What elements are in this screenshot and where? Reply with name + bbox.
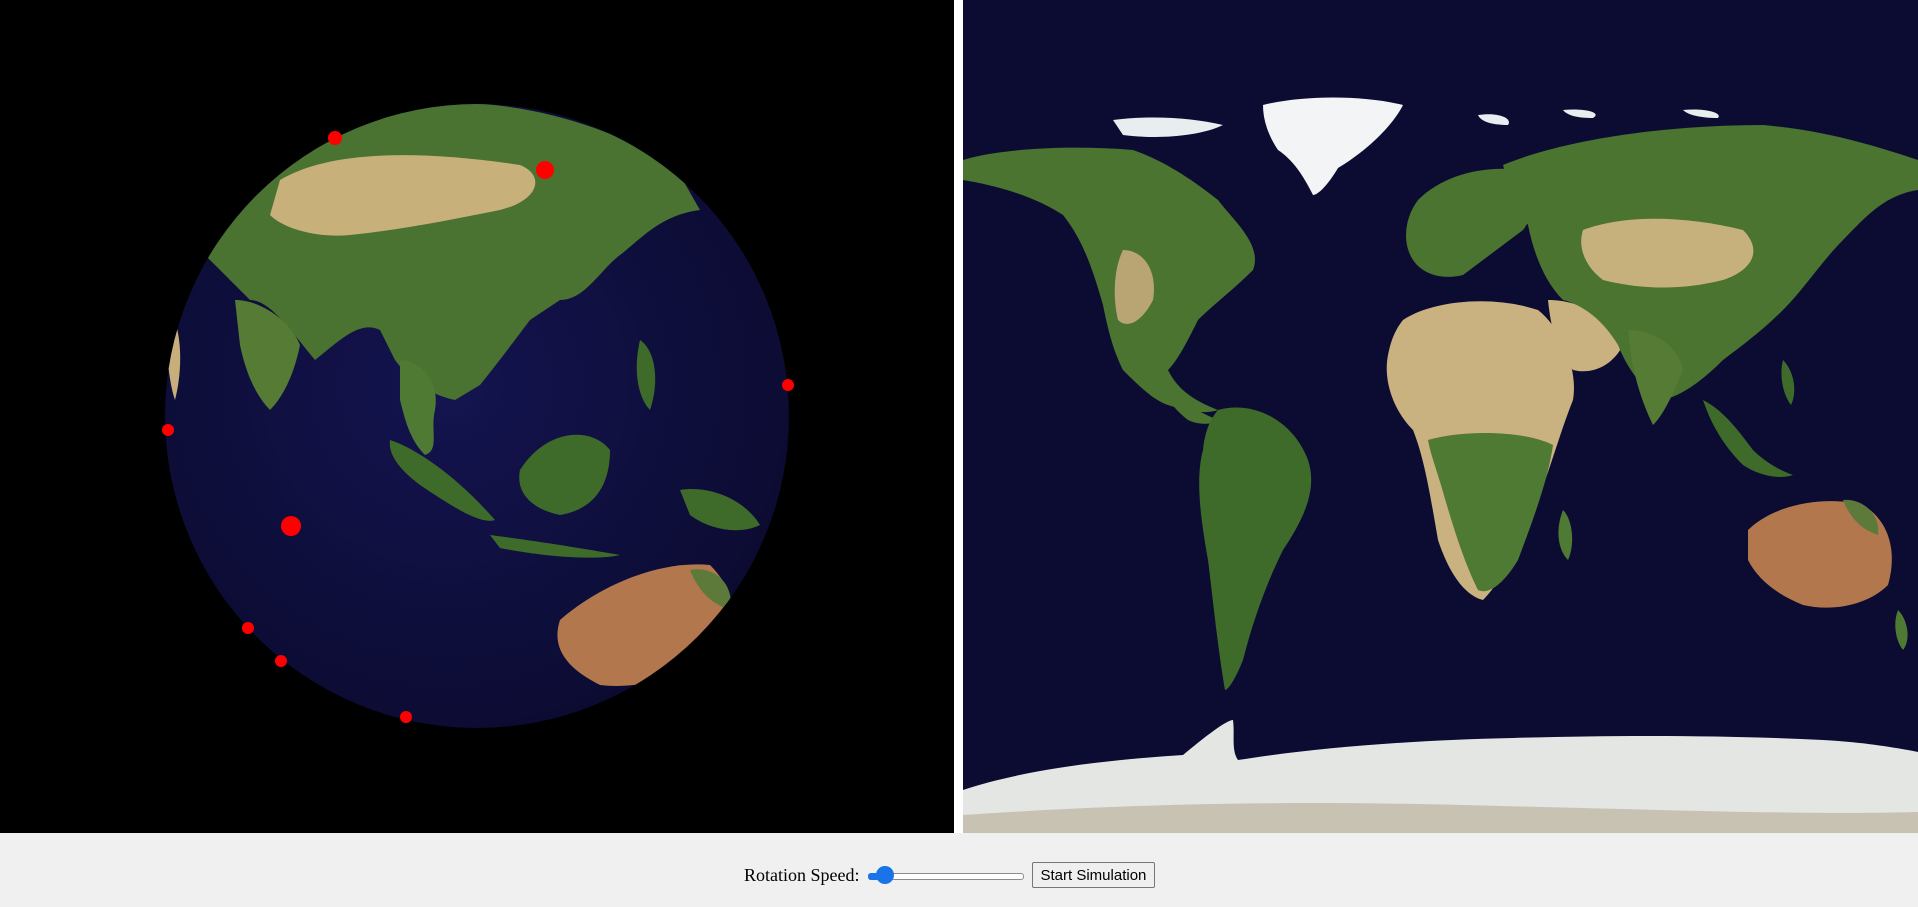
marker-dot bbox=[536, 161, 554, 179]
globe-view[interactable] bbox=[0, 0, 954, 833]
marker-dot bbox=[275, 655, 287, 667]
rotation-speed-slider[interactable] bbox=[866, 866, 1026, 884]
flat-map-view bbox=[963, 0, 1918, 833]
asia-desert bbox=[1581, 218, 1754, 288]
marker-dot bbox=[782, 379, 794, 391]
world-map-canvas bbox=[963, 0, 1918, 833]
marker-dot bbox=[281, 516, 301, 536]
control-bar: Rotation Speed: Start Simulation bbox=[0, 833, 1918, 907]
marker-dot bbox=[328, 131, 342, 145]
globe-canvas bbox=[162, 104, 794, 728]
marker-dot bbox=[242, 622, 254, 634]
start-simulation-button[interactable]: Start Simulation bbox=[1031, 862, 1156, 888]
marker-dot bbox=[400, 711, 412, 723]
marker-dot bbox=[162, 424, 174, 436]
control-row: Rotation Speed: Start Simulation bbox=[744, 861, 1156, 889]
simulation-viewport bbox=[0, 0, 1918, 833]
rotation-speed-label: Rotation Speed: bbox=[744, 864, 860, 885]
slider-thumb[interactable] bbox=[875, 866, 894, 884]
